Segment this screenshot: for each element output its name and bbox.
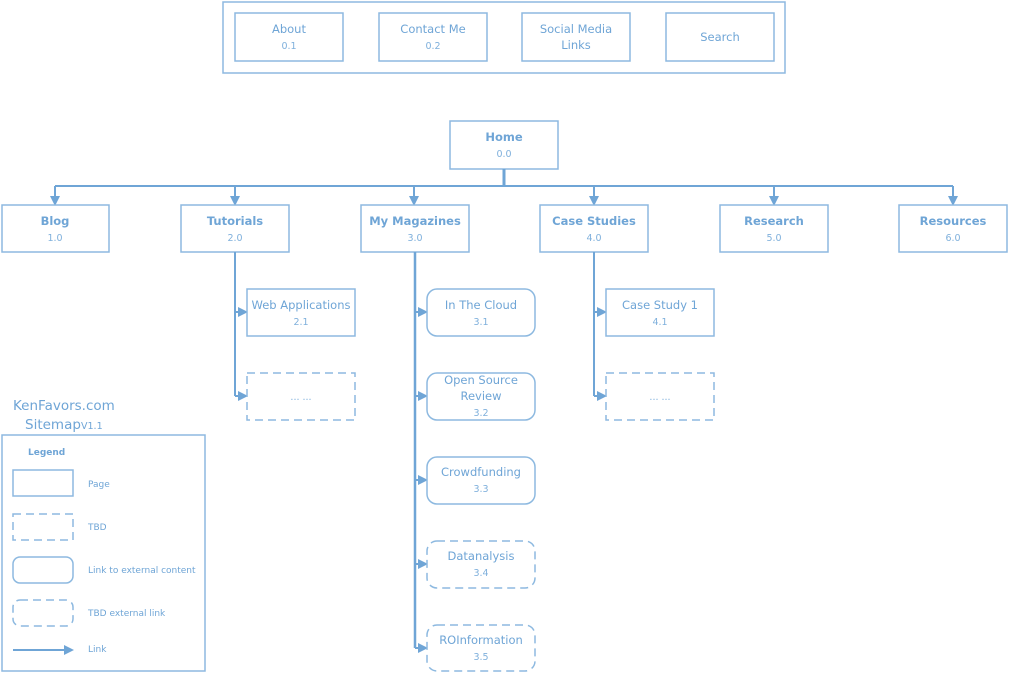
sitemap-diagram: About 0.1 Contact Me 0.2 Social Media Li… [1, 1, 1008, 672]
legend-page-label: Page [88, 480, 110, 490]
case-study-1-id: 4.1 [652, 317, 667, 328]
utility-about-id: 0.1 [281, 41, 296, 52]
section-research-id: 5.0 [766, 233, 781, 244]
external-open-source-review[interactable]: Open Source Review 3.2 [426, 372, 536, 421]
crowdfunding-id: 3.3 [473, 484, 488, 495]
case-studies-connectors [593, 252, 607, 401]
section-tutorials-label: Tutorials [207, 214, 263, 228]
open-source-label2: Review [460, 389, 501, 403]
legend-external-label: Link to external content [88, 566, 196, 576]
utility-about-label: About [272, 22, 306, 36]
crowdfunding-label: Crowdfunding [441, 465, 521, 479]
section-tutorials-id: 2.0 [227, 233, 242, 244]
in-the-cloud-id: 3.1 [473, 317, 488, 328]
home-id: 0.0 [496, 149, 511, 160]
case-studies-tbd[interactable]: ... ... [605, 372, 715, 421]
home-label: Home [485, 130, 523, 144]
utility-contact-id: 0.2 [425, 41, 440, 52]
page-case-study-1[interactable]: Case Study 1 4.1 [605, 288, 715, 337]
legend-tbd-external-label: TBD external link [87, 609, 166, 619]
legend: Legend Page TBD Link to external content… [1, 434, 206, 672]
case-studies-tbd-label: ... ... [649, 392, 670, 403]
site-version: V1.1 [81, 421, 103, 432]
legend-link-label: Link [88, 645, 107, 655]
utility-search-label: Search [700, 30, 740, 44]
section-magazines[interactable]: My Magazines 3.0 [360, 204, 470, 253]
utility-about[interactable]: About 0.1 [234, 12, 344, 62]
page-web-applications[interactable]: Web Applications 2.1 [246, 288, 356, 337]
legend-page-swatch [12, 469, 74, 497]
section-magazines-label: My Magazines [369, 214, 461, 228]
legend-title: Legend [28, 448, 65, 458]
datanalysis-id: 3.4 [473, 568, 488, 579]
web-applications-label: Web Applications [252, 298, 351, 312]
section-case-studies-id: 4.0 [586, 233, 601, 244]
tutorials-tbd-label: ... ... [290, 392, 311, 403]
section-case-studies[interactable]: Case Studies 4.0 [539, 204, 649, 253]
section-case-studies-label: Case Studies [552, 214, 636, 228]
section-blog-label: Blog [41, 214, 70, 228]
section-resources[interactable]: Resources 6.0 [898, 204, 1008, 253]
legend-tbd-label: TBD [87, 523, 107, 533]
tutorials-connectors [234, 252, 248, 401]
section-resources-label: Resources [920, 214, 987, 228]
legend-tbd-swatch [12, 513, 74, 541]
in-the-cloud-label: In The Cloud [445, 298, 517, 312]
legend-external-swatch [12, 556, 74, 584]
open-source-id: 3.2 [473, 408, 488, 419]
utility-search[interactable]: Search [665, 12, 775, 62]
site-title: KenFavors.com Sitemap V1.1 [13, 398, 115, 433]
utility-social-label: Social Media [540, 22, 612, 36]
legend-tbd-external-swatch [12, 599, 74, 627]
utility-social-label2: Links [561, 38, 591, 52]
case-study-1-label: Case Study 1 [622, 298, 698, 312]
tbd-external-datanalysis[interactable]: Datanalysis 3.4 [426, 540, 536, 589]
section-magazines-id: 3.0 [407, 233, 422, 244]
tbd-external-roinformation[interactable]: ROInformation 3.5 [426, 624, 536, 672]
roinformation-label: ROInformation [439, 633, 523, 647]
utility-social[interactable]: Social Media Links [521, 12, 631, 62]
web-applications-id: 2.1 [293, 317, 308, 328]
open-source-label: Open Source [444, 373, 518, 387]
utility-contact-label: Contact Me [400, 22, 465, 36]
external-in-the-cloud[interactable]: In The Cloud 3.1 [426, 288, 536, 337]
section-research[interactable]: Research 5.0 [719, 204, 829, 253]
section-tutorials[interactable]: Tutorials 2.0 [180, 204, 290, 253]
roinformation-id: 3.5 [473, 652, 488, 663]
site-subtitle: Sitemap [25, 417, 81, 433]
top-connectors [50, 169, 958, 206]
section-research-label: Research [744, 214, 804, 228]
external-crowdfunding[interactable]: Crowdfunding 3.3 [426, 456, 536, 505]
utility-nav: About 0.1 Contact Me 0.2 Social Media Li… [222, 1, 786, 74]
home-node[interactable]: Home 0.0 [449, 120, 559, 170]
utility-contact[interactable]: Contact Me 0.2 [378, 12, 488, 62]
section-blog-id: 1.0 [47, 233, 62, 244]
section-resources-id: 6.0 [945, 233, 960, 244]
tutorials-tbd[interactable]: ... ... [246, 372, 356, 421]
magazines-connectors [413, 252, 428, 653]
datanalysis-label: Datanalysis [448, 549, 515, 563]
site-name: KenFavors.com [13, 398, 115, 414]
section-blog[interactable]: Blog 1.0 [1, 204, 110, 253]
